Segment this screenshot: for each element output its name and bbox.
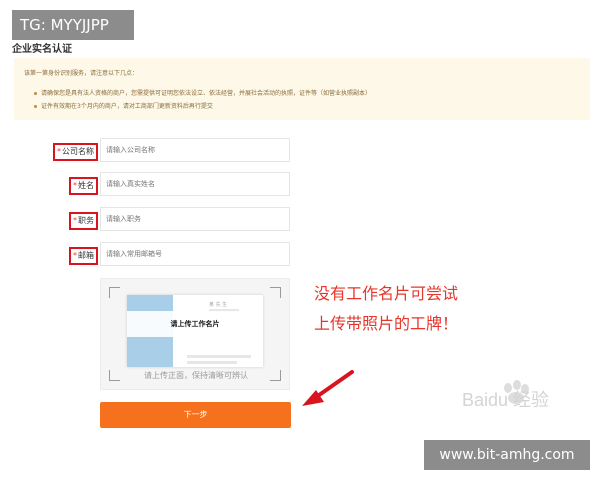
notice-panel: 该第一第身份识别服务，请注意以下几点： 请确保您是具有法人资格的商户，您需提供可… [14, 58, 590, 120]
page-title: 企业实名认证 [12, 44, 72, 55]
card-text-line [187, 355, 251, 358]
upload-tip: 请上传正面，保持清晰可辨认 [144, 371, 248, 380]
corner-mark [270, 287, 281, 298]
card-name: 某 先 生 [209, 302, 228, 308]
company-name-input[interactable] [100, 138, 290, 162]
email-input[interactable] [100, 242, 290, 266]
red-arrow-icon [302, 370, 354, 406]
page-frame: 企业实名认证 该第一第身份识别服务，请注意以下几点： 请确保您是具有法人资格的商… [0, 0, 600, 440]
annotation-line-2: 上传带照片的工牌！ [314, 314, 459, 333]
email-label: *邮箱 [69, 247, 98, 265]
company-name-label: *公司名称 [53, 143, 98, 161]
bullet-icon [34, 92, 37, 95]
upload-prompt: 请上传工作名片 [127, 311, 263, 337]
form-row-name: *姓名 [0, 172, 600, 198]
svg-text:Baidu 经验: Baidu 经验 [462, 390, 549, 410]
position-input[interactable] [100, 207, 290, 231]
watermark-bottom-right: www.bit-amhg.com [424, 440, 590, 470]
notice-heading: 该第一第身份识别服务，请注意以下几点： [24, 70, 139, 77]
position-label: *职务 [69, 212, 98, 230]
annotation-line-1: 没有工作名片可尝试 [314, 284, 459, 303]
card-text-line [187, 361, 237, 364]
notice-item: 请确保您是具有法人资格的商户，您需提供可证明您依法设立、依法经营，并展社会活动的… [34, 88, 371, 97]
baidu-jingyan-watermark: Baidu 经验 [462, 380, 549, 410]
bullet-icon [34, 105, 37, 108]
form-row-email: *邮箱 [0, 242, 600, 268]
corner-mark [109, 287, 120, 298]
name-input[interactable] [100, 172, 290, 196]
business-card-upload[interactable]: 某 先 生 请上传工作名片 请上传正面，保持清晰可辨认 [100, 278, 290, 390]
form-row-company: *公司名称 [0, 138, 600, 164]
form-row-position: *职务 [0, 207, 600, 233]
notice-item: 证件有效期在3个月内的商户，请对工商部门更新资料后再行提交 [34, 101, 213, 110]
name-label: *姓名 [69, 177, 98, 195]
next-step-button[interactable]: 下一步 [100, 402, 291, 428]
watermark-top-left: TG: MYYJJPP [12, 10, 134, 40]
